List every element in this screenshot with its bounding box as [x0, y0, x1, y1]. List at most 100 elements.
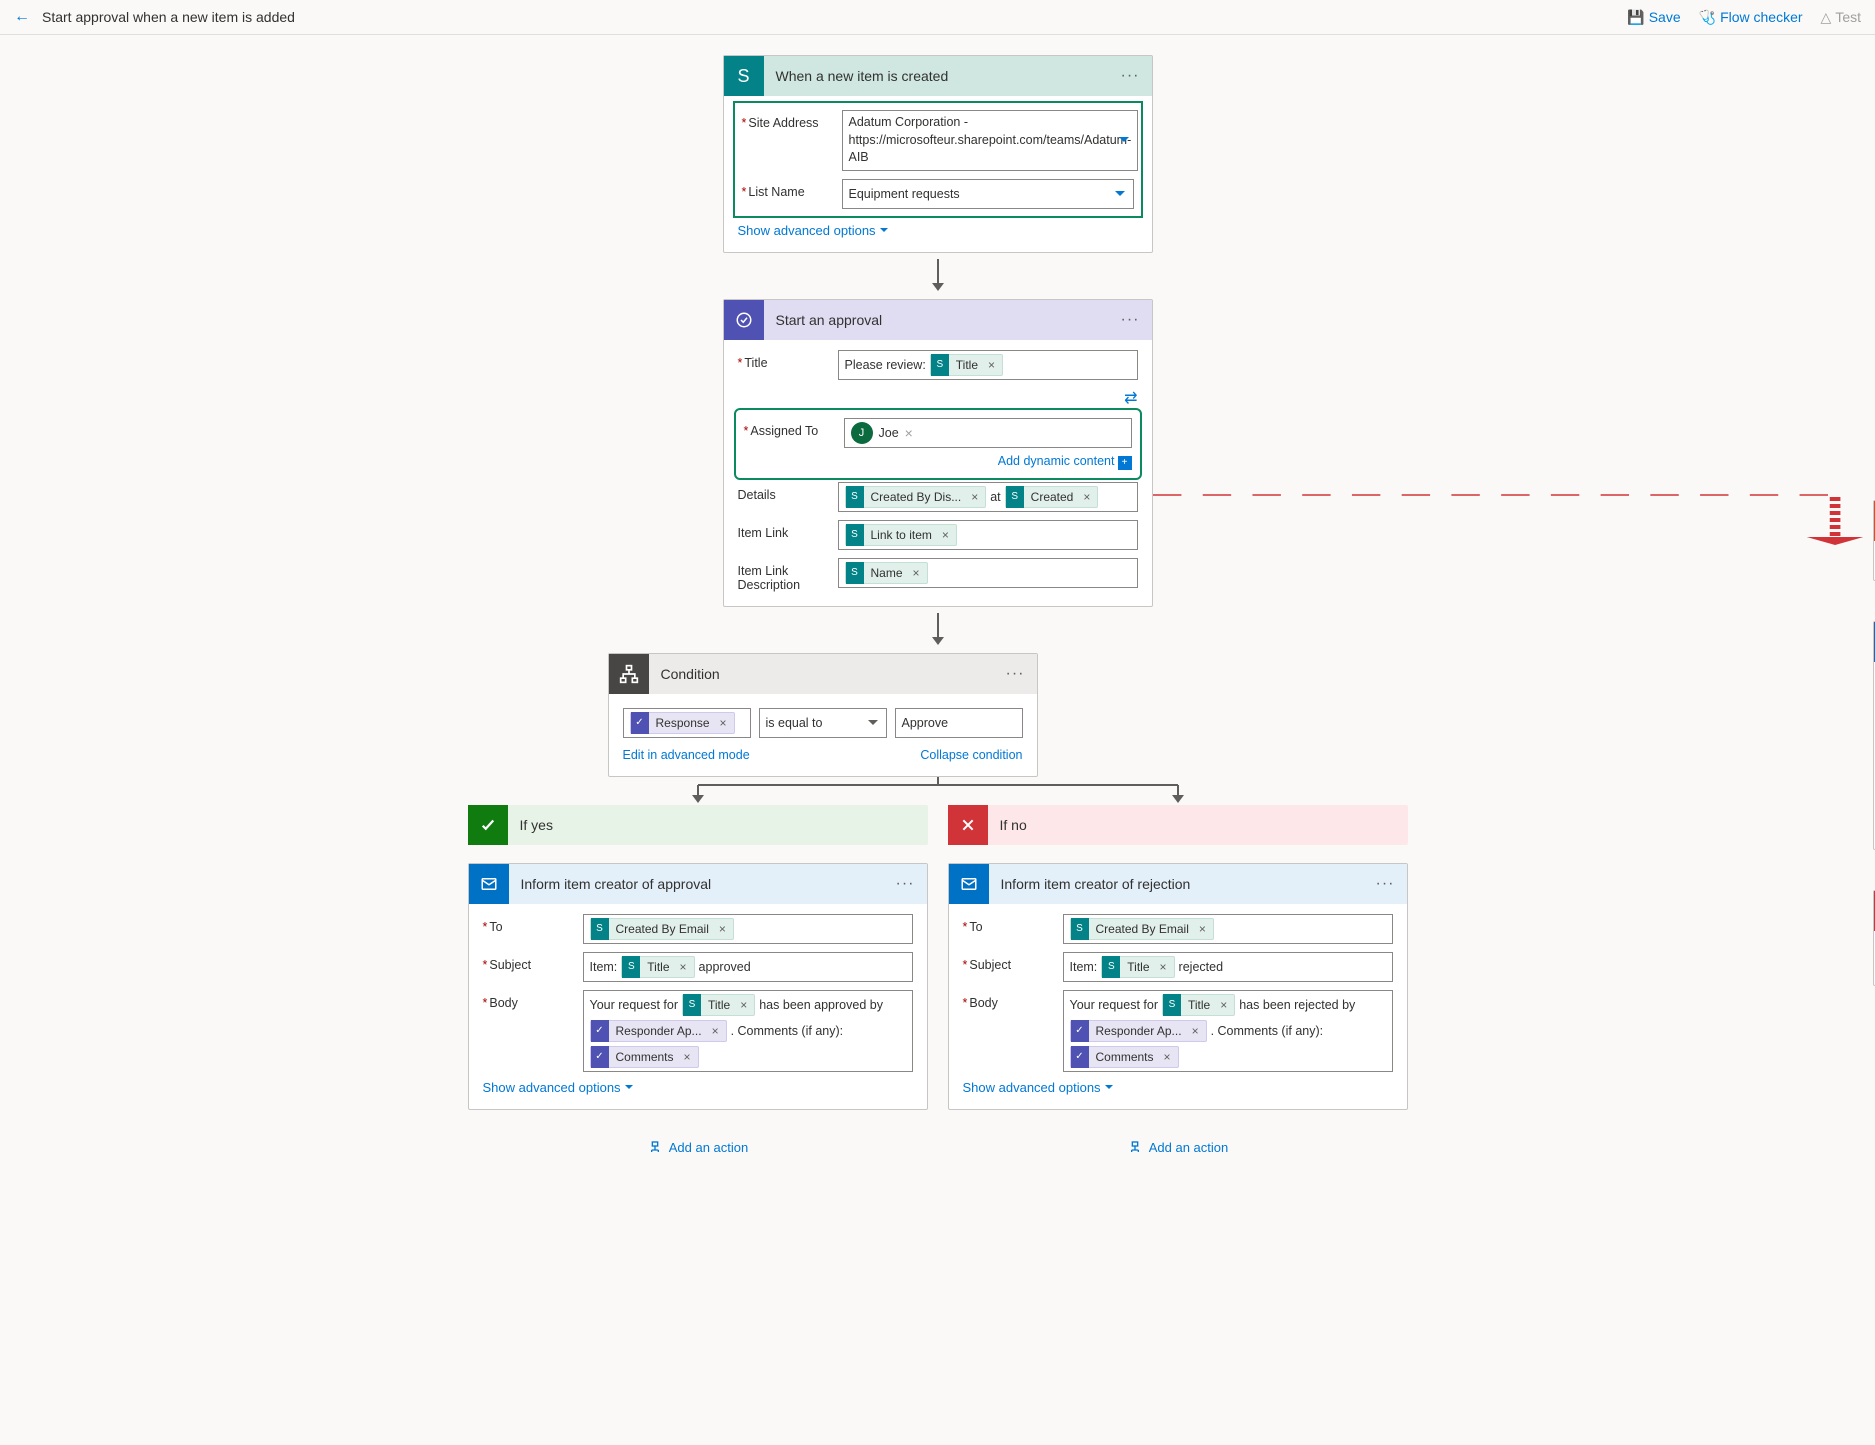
- link-token[interactable]: SLink to item×: [845, 524, 957, 546]
- outlook-icon: [469, 864, 509, 904]
- approval-icon: [724, 300, 764, 340]
- subject-token[interactable]: STitle×: [1101, 956, 1174, 978]
- condition-menu[interactable]: ···: [994, 665, 1037, 683]
- condition-operator[interactable]: is equal to: [759, 708, 887, 738]
- condition-left-input[interactable]: ✓Response×: [623, 708, 751, 738]
- avatar-icon: J: [851, 422, 873, 444]
- add-action-icon: [1127, 1140, 1143, 1156]
- edit-advanced-link[interactable]: Edit in advanced mode: [623, 748, 750, 762]
- assigned-to-input[interactable]: J Joe ×: [844, 418, 1132, 448]
- sharepoint-icon: S: [724, 56, 764, 96]
- test-icon: △: [1821, 9, 1832, 26]
- site-address-label: Site Address: [748, 116, 818, 130]
- subject-token[interactable]: STitle×: [621, 956, 694, 978]
- trigger-advanced-link[interactable]: Show advanced options: [738, 223, 888, 238]
- inform-approval-advanced-link[interactable]: Show advanced options: [483, 1080, 633, 1095]
- approval-menu[interactable]: ···: [1109, 311, 1152, 329]
- item-link-desc-input[interactable]: SName×: [838, 558, 1138, 588]
- responder-token[interactable]: ✓Responder Ap...×: [590, 1020, 727, 1042]
- inform-rejection-card: Inform item creator of rejection ··· *To…: [948, 863, 1408, 1110]
- approval-title-input[interactable]: Please review: STitle×: [838, 350, 1138, 380]
- remove-icon[interactable]: ×: [985, 358, 998, 372]
- swap-icon[interactable]: ⇄: [738, 388, 1138, 408]
- remove-icon[interactable]: ×: [910, 566, 923, 580]
- remove-icon[interactable]: ×: [716, 922, 729, 936]
- if-yes-header: If yes: [468, 805, 928, 845]
- add-action-yes[interactable]: Add an action: [647, 1140, 749, 1156]
- flow-checker-button[interactable]: 🩺Flow checker: [1699, 9, 1803, 26]
- add-dynamic-content-link[interactable]: Add dynamic content+: [998, 454, 1132, 468]
- inform-approval-card: Inform item creator of approval ··· *To …: [468, 863, 928, 1110]
- outlook-icon: [949, 864, 989, 904]
- connector-icon: [723, 253, 1153, 299]
- main-column: S When a new item is created ··· *Site A…: [723, 55, 1153, 777]
- trigger-menu[interactable]: ···: [1109, 67, 1152, 85]
- body-title-token[interactable]: STitle×: [682, 994, 755, 1016]
- remove-icon[interactable]: ×: [905, 425, 913, 441]
- site-address-input[interactable]: Adatum Corporation - https://microsofteu…: [842, 110, 1139, 171]
- inform-approval-menu[interactable]: ···: [884, 875, 927, 893]
- approval-title: Start an approval: [764, 312, 1109, 328]
- x-icon: [948, 805, 988, 845]
- to-token[interactable]: SCreated By Email×: [1070, 918, 1214, 940]
- yes-branch: If yes Inform item creator of approval ·…: [468, 805, 928, 1169]
- responder-token[interactable]: ✓Responder Ap...×: [1070, 1020, 1207, 1042]
- inform-approval-header[interactable]: Inform item creator of approval ···: [469, 864, 927, 904]
- condition-icon: [609, 654, 649, 694]
- name-token[interactable]: SName×: [845, 562, 928, 584]
- assigned-person[interactable]: J Joe ×: [851, 422, 913, 444]
- canvas: S When a new item is created ··· *Site A…: [0, 35, 1875, 1209]
- remove-icon[interactable]: ×: [968, 490, 981, 504]
- title-token[interactable]: STitle×: [930, 354, 1003, 376]
- body-title-token[interactable]: STitle×: [1162, 994, 1235, 1016]
- save-button[interactable]: 💾Save: [1627, 9, 1680, 26]
- check-icon: [468, 805, 508, 845]
- plus-icon: +: [1118, 456, 1132, 470]
- condition-header[interactable]: Condition ···: [609, 654, 1037, 694]
- details-label: Details: [738, 488, 776, 502]
- approval-header[interactable]: Start an approval ···: [724, 300, 1152, 340]
- approval-card: Start an approval ··· *Title Please revi…: [723, 299, 1153, 607]
- created-by-token[interactable]: SCreated By Dis...×: [845, 486, 987, 508]
- to-token[interactable]: SCreated By Email×: [590, 918, 734, 940]
- subject-input[interactable]: Item: STitle× rejected: [1063, 952, 1393, 982]
- connector-icon: [723, 607, 1153, 653]
- test-button[interactable]: △Test: [1821, 9, 1861, 26]
- inform-rejection-advanced-link[interactable]: Show advanced options: [963, 1080, 1113, 1095]
- connector-icon: [458, 777, 1418, 805]
- topbar: ← Start approval when a new item is adde…: [0, 0, 1875, 35]
- inform-rejection-menu[interactable]: ···: [1364, 875, 1407, 893]
- list-name-label: List Name: [748, 185, 804, 199]
- comments-token[interactable]: ✓Comments×: [590, 1046, 699, 1068]
- comments-token[interactable]: ✓Comments×: [1070, 1046, 1179, 1068]
- remove-icon[interactable]: ×: [939, 528, 952, 542]
- no-branch: If no Inform item creator of rejection ·…: [948, 805, 1408, 1169]
- details-input[interactable]: SCreated By Dis...× at SCreated×: [838, 482, 1138, 512]
- condition-right-input[interactable]: Approve: [895, 708, 1023, 738]
- back-button[interactable]: ←: [14, 8, 30, 26]
- body-input[interactable]: Your request for STitle× has been reject…: [1063, 990, 1393, 1072]
- subject-input[interactable]: Item: STitle× approved: [583, 952, 913, 982]
- response-token[interactable]: ✓Response×: [630, 712, 735, 734]
- created-token[interactable]: SCreated×: [1005, 486, 1099, 508]
- collapse-condition-link[interactable]: Collapse condition: [920, 748, 1022, 762]
- error-connector-icon: [1153, 487, 1864, 547]
- item-link-desc-label: Item Link Description: [738, 564, 801, 592]
- checker-icon: 🩺: [1699, 9, 1716, 26]
- condition-branches: If yes Inform item creator of approval ·…: [12, 805, 1863, 1169]
- item-link-input[interactable]: SLink to item×: [838, 520, 1138, 550]
- list-name-input[interactable]: Equipment requests: [842, 179, 1134, 209]
- trigger-header[interactable]: S When a new item is created ···: [724, 56, 1152, 96]
- add-action-no[interactable]: Add an action: [1127, 1140, 1229, 1156]
- topbar-actions: 💾Save 🩺Flow checker △Test: [1627, 9, 1861, 26]
- approval-title-label: Title: [744, 356, 767, 370]
- flow-title: Start approval when a new item is added: [42, 9, 1627, 25]
- remove-icon[interactable]: ×: [1080, 490, 1093, 504]
- condition-card: Condition ··· ✓Response× is equal to App…: [608, 653, 1038, 777]
- item-link-label: Item Link: [738, 526, 789, 540]
- to-input[interactable]: SCreated By Email×: [583, 914, 913, 944]
- inform-rejection-header[interactable]: Inform item creator of rejection ···: [949, 864, 1407, 904]
- body-input[interactable]: Your request for STitle× has been approv…: [583, 990, 913, 1072]
- to-input[interactable]: SCreated By Email×: [1063, 914, 1393, 944]
- remove-icon[interactable]: ×: [717, 716, 730, 730]
